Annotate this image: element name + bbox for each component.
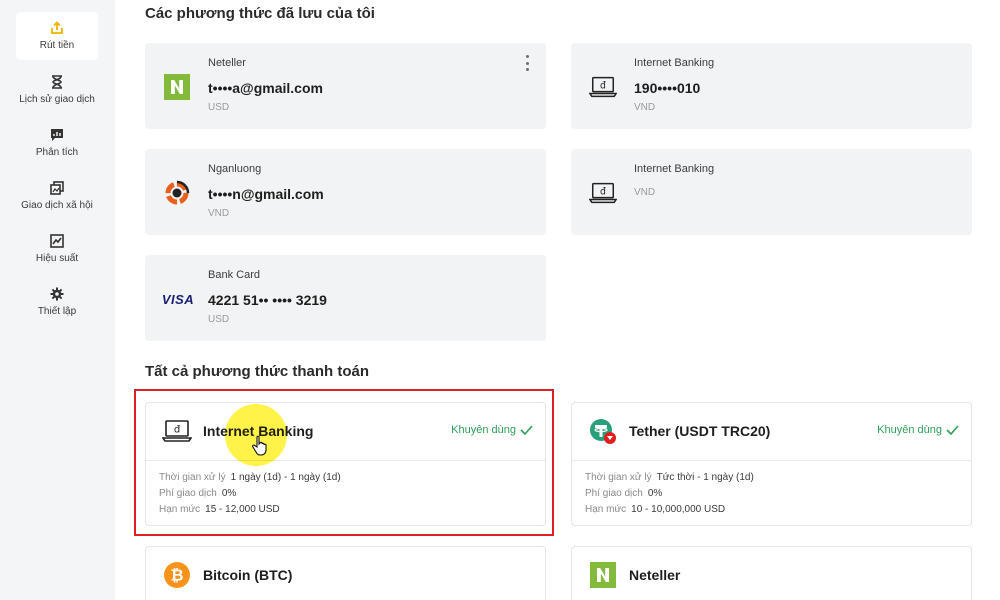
saved-methods-title: Các phương thức đã lưu của tôi <box>145 5 375 22</box>
sidebar-item-withdraw[interactable]: Rút tiền <box>16 12 98 60</box>
gear-icon <box>50 287 64 301</box>
detail-value: Tức thời - 1 ngày (1d) <box>656 472 754 483</box>
payment-details: Thời gian xử lý Tức thời - 1 ngày (1d) Ph… <box>585 470 754 518</box>
saved-method-account: t••••a@gmail.com <box>208 80 323 96</box>
sidebar-item-settings[interactable]: Thiết lập <box>16 278 98 326</box>
sidebar-item-social[interactable]: Giao dịch xã hội <box>16 172 98 220</box>
more-options-icon[interactable] <box>522 55 532 71</box>
svg-text:đ: đ <box>600 186 606 197</box>
detail-label: Thời gian xử lý <box>585 472 652 483</box>
saved-method-name: Bank Card <box>208 269 260 281</box>
saved-method-account: 4221 51•• •••• 3219 <box>208 292 327 308</box>
sidebar: Rút tiền Lịch sử giao dịch Phân tích Gia… <box>0 0 115 600</box>
chart-message-icon <box>50 128 64 142</box>
saved-method-currency: USD <box>208 102 230 113</box>
recommended-label: Khuyên dùng <box>877 424 942 436</box>
sidebar-item-label: Rút tiền <box>39 40 75 51</box>
all-methods-title: Tất cả phương thức thanh toán <box>145 363 370 380</box>
saved-card-internet-banking-1[interactable]: đ Internet Banking 190••••010 VND <box>571 43 972 129</box>
sidebar-item-label: Phân tích <box>35 147 79 158</box>
performance-icon <box>50 234 64 248</box>
sidebar-item-label: Thiết lập <box>37 306 77 317</box>
payment-method-name: Tether (USDT TRC20) <box>629 423 771 439</box>
saved-method-currency: VND <box>208 208 230 219</box>
withdraw-icon <box>50 21 64 35</box>
saved-method-currency: VND <box>634 102 656 113</box>
payment-card-neteller[interactable]: Neteller <box>571 546 972 600</box>
recommended-badge: Khuyên dùng <box>877 424 959 436</box>
saved-card-neteller[interactable]: Neteller t••••a@gmail.com USD <box>145 43 546 129</box>
visa-logo: VISA <box>161 291 195 307</box>
svg-text:₿: ₿ <box>170 566 183 585</box>
saved-method-name: Internet Banking <box>634 57 715 69</box>
social-trading-icon <box>50 181 64 195</box>
payment-card-bitcoin[interactable]: ₿ Bitcoin (BTC) <box>145 546 546 600</box>
payment-method-name: Neteller <box>629 567 681 583</box>
saved-card-internet-banking-2[interactable]: đ Internet Banking VND <box>571 149 972 235</box>
saved-method-name: Neteller <box>208 57 246 69</box>
nganluong-logo <box>163 179 191 207</box>
neteller-logo <box>163 73 191 101</box>
payment-card-header[interactable]: ₿ Bitcoin (BTC) <box>146 547 545 600</box>
sidebar-item-label: Giao dịch xã hội <box>21 200 93 211</box>
laptop-dong-icon: đ <box>589 73 617 101</box>
tether-logo <box>588 417 618 445</box>
sidebar-item-performance[interactable]: Hiệu suất <box>16 225 98 273</box>
payment-card-tether[interactable]: Tether (USDT TRC20) Khuyên dùng Thời gia… <box>571 402 972 526</box>
saved-method-currency: USD <box>208 314 230 325</box>
laptop-dong-icon: đ <box>589 179 617 207</box>
payment-method-name: Bitcoin (BTC) <box>203 567 293 583</box>
saved-method-account: t••••n@gmail.com <box>208 186 324 202</box>
detail-value: 0% <box>647 488 663 499</box>
saved-method-name: Internet Banking <box>634 163 715 175</box>
highlight-annotation-box <box>134 389 554 536</box>
payment-card-header[interactable]: Neteller <box>572 547 971 600</box>
sidebar-item-analysis[interactable]: Phân tích <box>16 119 98 167</box>
sidebar-item-label: Lịch sử giao dịch <box>19 94 95 105</box>
bitcoin-logo: ₿ <box>162 561 192 589</box>
hourglass-icon <box>50 75 64 89</box>
neteller-logo <box>588 561 618 589</box>
saved-card-nganluong[interactable]: Nganluong t••••n@gmail.com VND <box>145 149 546 235</box>
detail-label: Hạn mức <box>585 504 627 515</box>
sidebar-item-history[interactable]: Lịch sử giao dịch <box>16 66 98 114</box>
detail-label: Phí giao dịch <box>585 488 643 499</box>
pointer-hand-icon <box>252 435 267 456</box>
divider <box>572 460 971 461</box>
saved-method-currency: VND <box>634 187 656 198</box>
detail-value: 10 - 10,000,000 USD <box>631 504 726 515</box>
saved-method-name: Nganluong <box>208 163 262 175</box>
saved-method-account: 190••••010 <box>634 80 701 96</box>
check-icon <box>946 425 959 435</box>
payment-card-header[interactable]: Tether (USDT TRC20) Khuyên dùng <box>572 403 971 459</box>
saved-card-bank-card[interactable]: VISA Bank Card 4221 51•• •••• 3219 USD <box>145 255 546 341</box>
sidebar-item-label: Hiệu suất <box>35 253 79 264</box>
svg-text:đ: đ <box>600 80 606 91</box>
